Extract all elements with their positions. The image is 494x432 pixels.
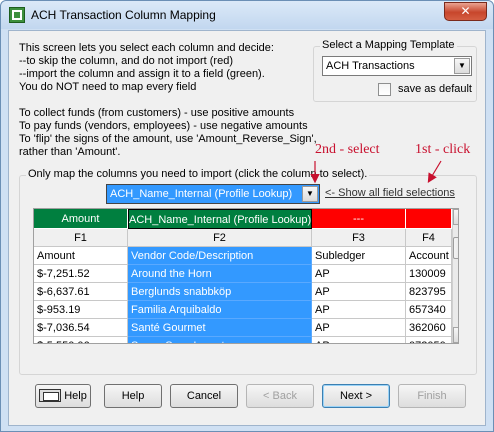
grid-cell[interactable]: AP: [312, 301, 406, 319]
next-button-label: Next >: [339, 390, 373, 402]
template-select[interactable]: ACH Transactions ▼: [322, 56, 472, 76]
window-title: ACH Transaction Column Mapping: [31, 8, 216, 22]
mapping-cell[interactable]: Amount: [34, 209, 128, 229]
mapping-cell[interactable]: ACH_Name_Internal (Profile Lookup): [128, 209, 312, 229]
grid-vertical-scrollbar[interactable]: ▲ ▼: [452, 209, 458, 343]
grid-cell[interactable]: $-953.19: [34, 301, 128, 319]
grid-cell[interactable]: 657340: [406, 301, 452, 319]
field-select[interactable]: ACH_Name_Internal (Profile Lookup) ▼: [106, 184, 320, 204]
column-header[interactable]: F3: [312, 229, 406, 247]
grid-cell[interactable]: $-7,251.52: [34, 265, 128, 283]
grid-cell[interactable]: 823795: [406, 283, 452, 301]
app-icon: [9, 7, 25, 23]
finish-button-label: Finish: [417, 390, 447, 402]
mapping-cell[interactable]: ---: [312, 209, 406, 229]
back-button[interactable]: < Back: [246, 384, 314, 408]
next-button[interactable]: Next >: [322, 384, 390, 408]
cancel-button[interactable]: Cancel: [170, 384, 238, 408]
column-header[interactable]: F2: [128, 229, 312, 247]
template-group: Select a Mapping Template ACH Transactio…: [313, 39, 477, 102]
annotation-second-select: 2nd - select: [315, 142, 380, 157]
grid-cell[interactable]: $-6,637.61: [34, 283, 128, 301]
show-all-fields-link[interactable]: <- Show all field selections: [325, 187, 455, 199]
field-select-value: ACH_Name_Internal (Profile Lookup): [110, 188, 293, 200]
mapping-group-label: Only map the columns you need to import …: [26, 168, 370, 180]
chevron-down-icon[interactable]: ▼: [454, 58, 470, 74]
grid-cell[interactable]: AP: [312, 265, 406, 283]
grid-cell[interactable]: 130009: [406, 265, 452, 283]
instruction-line: To 'flip' the signs of the amount, use '…: [19, 133, 317, 145]
grid-cell[interactable]: Familia Arquibaldo: [128, 301, 312, 319]
column-mapping-grid[interactable]: Amount ACH_Name_Internal (Profile Lookup…: [33, 208, 459, 344]
grid-cell[interactable]: Berglunds snabbköp: [128, 283, 312, 301]
finish-button[interactable]: Finish: [398, 384, 466, 408]
grid-cell[interactable]: Santé Gourmet: [128, 319, 312, 337]
grid-header-value-cell[interactable]: Vendor Code/Description: [128, 247, 312, 265]
grid-cell[interactable]: AP: [312, 337, 406, 343]
grid-cell[interactable]: 362060: [406, 319, 452, 337]
grid-cell[interactable]: AP: [312, 283, 406, 301]
template-select-value: ACH Transactions: [326, 60, 415, 72]
grid-header-value-cell[interactable]: Amount: [34, 247, 128, 265]
instruction-line: To collect funds (from customers) - use …: [19, 107, 295, 119]
column-header[interactable]: F1: [34, 229, 128, 247]
help-screen-icon: [39, 388, 62, 402]
scroll-thumb[interactable]: [453, 237, 458, 259]
help-icon-button-label: Help: [64, 390, 87, 402]
grid-cell[interactable]: 072050: [406, 337, 452, 343]
instructions-text: This screen lets you select each column …: [19, 42, 319, 159]
grid-cell[interactable]: $-7,036.54: [34, 319, 128, 337]
scroll-down-button[interactable]: ▼: [453, 327, 458, 343]
chevron-down-icon[interactable]: ▼: [302, 186, 318, 202]
annotation-first-click: 1st - click: [415, 142, 471, 157]
template-group-label: Select a Mapping Template: [320, 39, 457, 51]
grid-cell[interactable]: Around the Horn: [128, 265, 312, 283]
instruction-line: This screen lets you select each column …: [19, 42, 274, 54]
column-header[interactable]: F4: [406, 229, 452, 247]
cancel-button-label: Cancel: [186, 390, 222, 402]
grid-header-value-cell[interactable]: Account: [406, 247, 452, 265]
close-button[interactable]: ✕: [444, 2, 487, 21]
instruction-line: --import the column and assign it to a f…: [19, 68, 265, 80]
mapping-dialog-window: ACH Transaction Column Mapping ✕ This sc…: [0, 0, 494, 432]
instruction-line: You do NOT need to map every field: [19, 81, 197, 93]
grid-cell[interactable]: AP: [312, 319, 406, 337]
grid-cell[interactable]: Seven Seas Imports: [128, 337, 312, 343]
dialog-body: This screen lets you select each column …: [8, 30, 486, 426]
instruction-line: rather than 'Amount'.: [19, 146, 121, 158]
instruction-line: --to skip the column, and do not import …: [19, 55, 233, 67]
mapping-cell[interactable]: [406, 209, 452, 229]
grid-header-value-cell[interactable]: Subledger: [312, 247, 406, 265]
help-icon-button[interactable]: Help: [35, 384, 91, 408]
title-bar[interactable]: ACH Transaction Column Mapping ✕: [1, 1, 493, 29]
back-button-label: < Back: [263, 390, 297, 402]
help-button[interactable]: Help: [104, 384, 162, 408]
instruction-line: [19, 94, 319, 107]
instruction-line: To pay funds (vendors, employees) - use …: [19, 120, 308, 132]
save-default-checkbox[interactable]: [378, 83, 391, 96]
save-default-label: save as default: [398, 83, 472, 95]
help-button-label: Help: [121, 390, 145, 402]
grid-cell[interactable]: $-5,550.06: [34, 337, 128, 343]
scroll-up-button[interactable]: ▲: [453, 209, 458, 225]
